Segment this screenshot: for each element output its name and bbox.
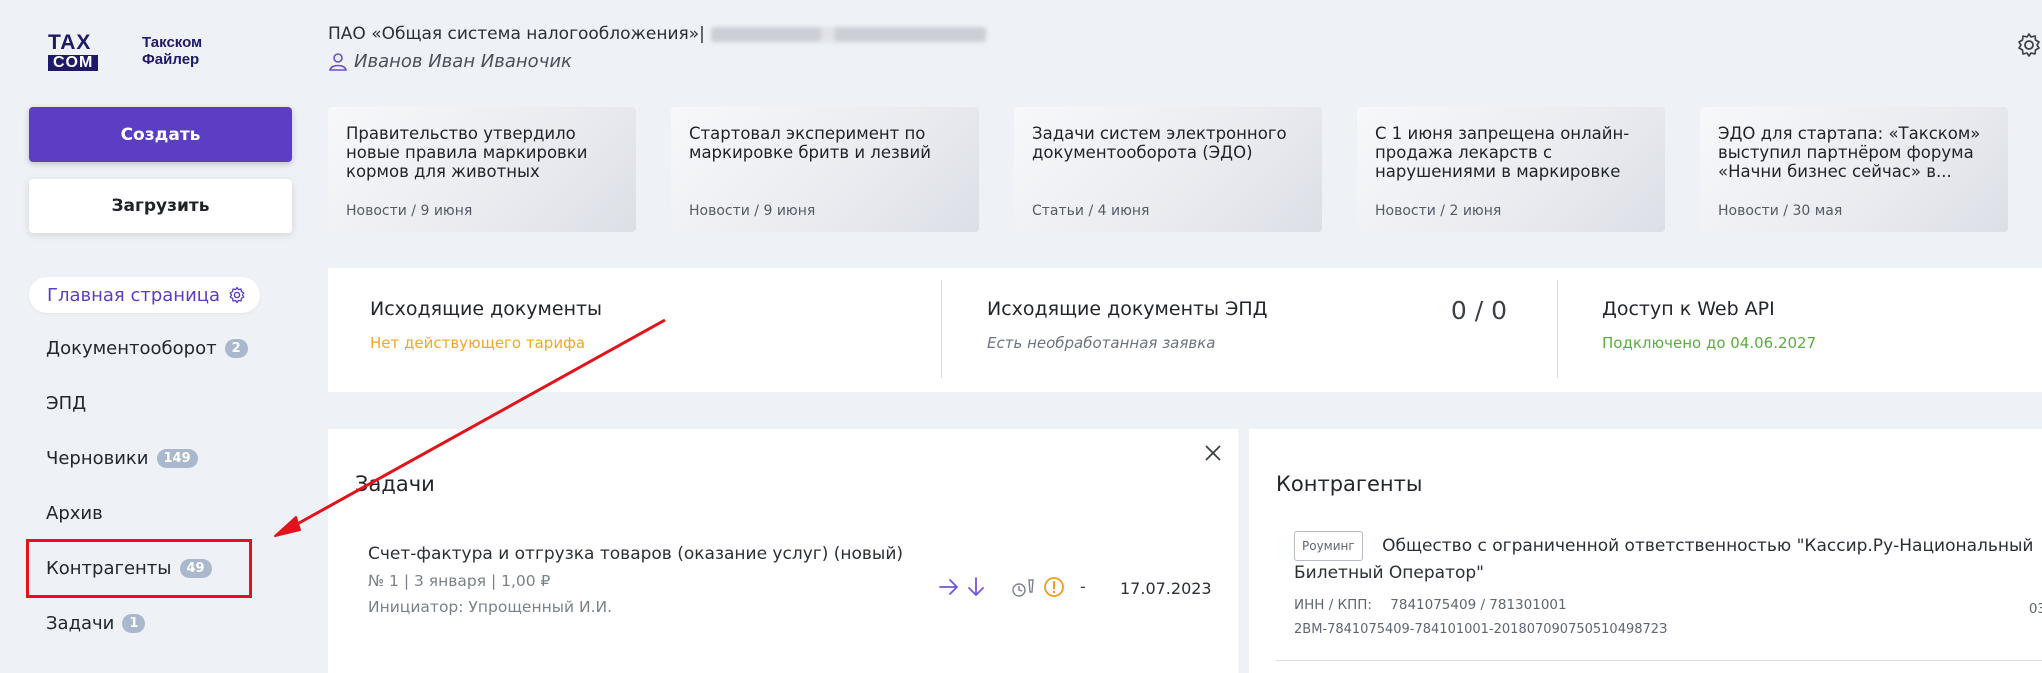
close-icon[interactable] [1204, 444, 1222, 462]
task-dash: - [1080, 577, 1086, 596]
roaming-tag: Роуминг [1294, 531, 1363, 561]
contragent-item[interactable]: Роуминг Общество с ограниченной ответств… [1294, 531, 2042, 637]
app-name-line1: Такском [142, 34, 203, 51]
contragents-panel: Контрагенты Роуминг Общество с ограничен… [1249, 429, 2042, 673]
web-api-widget[interactable]: Доступ к Web API Подключено до 04.06.202… [1602, 298, 1816, 352]
sidebar-item-home[interactable]: Главная страница [29, 277, 261, 313]
task-item[interactable]: Счет-фактура и отгрузка товаров (оказани… [368, 544, 1228, 624]
divider [941, 280, 942, 378]
news-meta: Новости / 9 июня [346, 203, 473, 219]
tasks-count-badge: 1 [122, 614, 146, 633]
web-api-title: Доступ к Web API [1602, 298, 1775, 320]
web-api-status: Подключено до 04.06.2027 [1602, 334, 1817, 352]
app-name-line2: Файлер [142, 51, 200, 68]
logo-tax-text: TAX [48, 31, 92, 54]
create-button[interactable]: Создать [29, 107, 292, 162]
contragent-date-cut: 03 [2028, 601, 2042, 617]
sidebar-item-home-label: Главная страница [47, 284, 221, 306]
user-icon [329, 52, 347, 71]
news-title: ЭДО для стартапа: «Такском» выступил пар… [1718, 124, 1981, 181]
news-card[interactable]: ЭДО для стартапа: «Такском» выступил пар… [1700, 107, 2008, 232]
news-title: Задачи систем электронного документообор… [1032, 124, 1287, 162]
settings-gear-icon[interactable] [2016, 32, 2042, 58]
contragent-name: Общество с ограниченной ответственностью… [1294, 536, 2034, 583]
arrow-right-icon [939, 579, 958, 595]
sidebar-item-drafts[interactable]: Черновики 149 [46, 448, 198, 469]
organization-selector[interactable]: ПАО «Общая система налогообложения»| [328, 24, 986, 44]
contragent-name-row: Роуминг Общество с ограниченной ответств… [1294, 531, 2034, 585]
sidebar-item-label: Задачи [46, 613, 115, 634]
home-settings-gear-icon[interactable] [228, 286, 246, 304]
outgoing-epd-count: 0 / 0 [1450, 296, 1507, 325]
news-title: Правительство утвердило новые правила ма… [346, 124, 588, 181]
arrow-down-icon [968, 577, 984, 596]
tasks-panel: Задачи Счет-фактура и отгрузка товаров (… [328, 429, 1238, 673]
outgoing-epd-title: Исходящие документы ЭПД [987, 298, 1268, 320]
news-card[interactable]: Правительство утвердило новые правила ма… [328, 107, 636, 232]
user-profile[interactable]: Иванов Иван Иваночик [328, 51, 572, 72]
redacted-inn-kpp [710, 26, 986, 42]
task-details: № 1 | 3 января | 1,00 ₽ [368, 572, 551, 590]
sidebar-item-archive[interactable]: Архив [46, 503, 103, 524]
pending-signature-icon [1012, 579, 1034, 597]
contragent-edo-id: 2BM-7841075409-784101001-201807090750510… [1294, 622, 1668, 637]
user-name: Иванов Иван Иваночик [354, 51, 572, 72]
annotation-highlight-box [26, 539, 252, 598]
inn-kpp-label: ИНН / КПП: [1294, 597, 1372, 613]
outgoing-epd-widget[interactable]: Исходящие документы ЭПД Есть необработан… [987, 296, 1507, 352]
news-meta: Новости / 2 июня [1375, 203, 1502, 219]
logo-com-text: COM [48, 55, 99, 71]
inn-kpp-value: 7841075409 / 781301001 [1390, 597, 1567, 613]
outgoing-docs-status: Нет действующего тарифа [370, 334, 586, 352]
stats-panel: Исходящие документы Нет действующего тар… [328, 268, 2042, 392]
sidebar-item-label: ЭПД [46, 393, 87, 414]
news-meta: Новости / 30 мая [1718, 203, 1843, 219]
docflow-count-badge: 2 [224, 339, 248, 358]
contragents-panel-title: Контрагенты [1276, 472, 1423, 496]
task-title: Счет-фактура и отгрузка товаров (оказани… [368, 544, 904, 564]
warning-icon [1044, 577, 1064, 597]
news-card[interactable]: Задачи систем электронного документообор… [1014, 107, 1322, 232]
sidebar-item-tasks[interactable]: Задачи 1 [46, 613, 146, 634]
upload-button[interactable]: Загрузить [29, 179, 292, 233]
outgoing-docs-widget[interactable]: Исходящие документы Нет действующего тар… [370, 298, 602, 352]
news-meta: Статьи / 4 июня [1032, 203, 1150, 219]
sidebar-item-label: Черновики [46, 448, 149, 469]
app-name: Такском Файлер [142, 34, 202, 68]
outgoing-docs-title: Исходящие документы [370, 298, 603, 320]
sidebar-item-label: Документооборот [46, 338, 217, 359]
organization-name: ПАО «Общая система налогообложения»| [328, 24, 705, 44]
sidebar-item-docflow[interactable]: Документооборот 2 [46, 338, 248, 359]
news-title: Стартовал эксперимент по маркировке брит… [689, 124, 931, 162]
contragent-inn-row: ИНН / КПП: 7841075409 / 781301001 [1294, 597, 2034, 613]
news-card[interactable]: Стартовал эксперимент по маркировке брит… [671, 107, 979, 232]
task-date: 17.07.2023 [1120, 579, 1212, 598]
divider [1276, 660, 2042, 661]
news-card[interactable]: С 1 июня запрещена онлайн-продажа лекарс… [1357, 107, 1665, 232]
drafts-count-badge: 149 [156, 449, 198, 468]
sidebar-item-epd[interactable]: ЭПД [46, 393, 86, 414]
sidebar-item-label: Архив [46, 503, 103, 524]
tasks-panel-title: Задачи [355, 472, 435, 496]
news-title: С 1 июня запрещена онлайн-продажа лекарс… [1375, 124, 1630, 181]
task-initiator: Инициатор: Упрощенный И.И. [368, 598, 613, 616]
taxcom-logo[interactable]: TAX COM [48, 31, 144, 71]
news-meta: Новости / 9 июня [689, 203, 816, 219]
outgoing-epd-status: Есть необработанная заявка [987, 334, 1216, 352]
divider [1557, 280, 1558, 378]
